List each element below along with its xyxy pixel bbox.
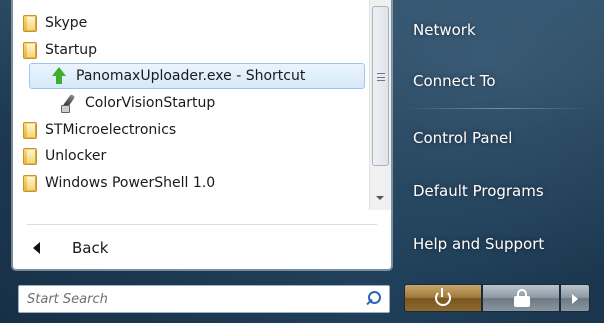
brush-icon	[59, 94, 77, 113]
start-search-box[interactable]	[18, 285, 390, 313]
power-buttons	[404, 284, 594, 312]
menu-item-label: Control Panel	[413, 129, 513, 147]
list-item-label: Unlocker	[45, 148, 107, 164]
power-icon	[435, 288, 451, 306]
list-item-label: Skype	[45, 15, 88, 31]
list-item-label: Startup	[45, 42, 97, 58]
programs-scrollbar[interactable]	[369, 0, 391, 210]
shutdown-button[interactable]	[404, 284, 482, 312]
programs-list[interactable]: Skype Startup PanomaxUploader.exe - Shor…	[13, 0, 369, 210]
back-label: Back	[72, 239, 109, 257]
menu-item-label: Connect To	[413, 72, 496, 90]
menu-item-connect-to[interactable]: Connect To	[413, 67, 496, 95]
search-input[interactable]	[27, 291, 365, 307]
grip-icon	[377, 73, 385, 81]
folder-icon	[23, 14, 37, 32]
list-item-windows-powershell[interactable]: Windows PowerShell 1.0	[13, 170, 365, 196]
list-item-label: ColorVisionStartup	[85, 95, 216, 111]
back-button[interactable]: Back	[33, 236, 108, 260]
menu-item-label: Default Programs	[413, 182, 544, 200]
list-item-label: PanomaxUploader.exe - Shortcut	[76, 68, 306, 84]
back-arrow-icon	[33, 242, 40, 254]
list-item-label: STMicroelectronics	[45, 122, 177, 138]
lock-icon	[514, 289, 530, 307]
list-item-panomaxuploader-shortcut[interactable]: PanomaxUploader.exe - Shortcut	[29, 63, 365, 89]
menu-item-default-programs[interactable]: Default Programs	[413, 177, 544, 205]
search-icon[interactable]	[365, 291, 381, 307]
list-item-label: Windows PowerShell 1.0	[45, 175, 216, 191]
folder-icon	[23, 121, 37, 139]
folder-icon	[23, 147, 37, 165]
list-item-unlocker[interactable]: Unlocker	[13, 143, 365, 169]
folder-icon	[23, 174, 37, 192]
divider	[27, 224, 377, 225]
menu-item-help-and-support[interactable]: Help and Support	[413, 230, 544, 258]
list-item-skype[interactable]: Skype	[13, 10, 365, 36]
lock-button[interactable]	[482, 284, 560, 312]
scroll-down-icon[interactable]	[376, 196, 384, 200]
list-item-colorvisionstartup[interactable]: ColorVisionStartup	[13, 90, 365, 116]
programs-panel: Skype Startup PanomaxUploader.exe - Shor…	[12, 0, 392, 270]
menu-item-network[interactable]: Network	[413, 16, 476, 44]
divider	[406, 108, 592, 109]
scrollbar-thumb[interactable]	[372, 6, 389, 166]
menu-item-control-panel[interactable]: Control Panel	[413, 124, 512, 152]
menu-item-label: Help and Support	[413, 235, 545, 253]
list-item-startup[interactable]: Startup	[13, 37, 365, 63]
menu-item-label: Network	[413, 21, 476, 39]
chevron-right-icon	[572, 294, 578, 304]
folder-icon	[23, 41, 37, 59]
arrow-up-icon	[50, 67, 68, 85]
power-options-button[interactable]	[560, 284, 590, 312]
list-item-stmicroelectronics[interactable]: STMicroelectronics	[13, 117, 365, 143]
